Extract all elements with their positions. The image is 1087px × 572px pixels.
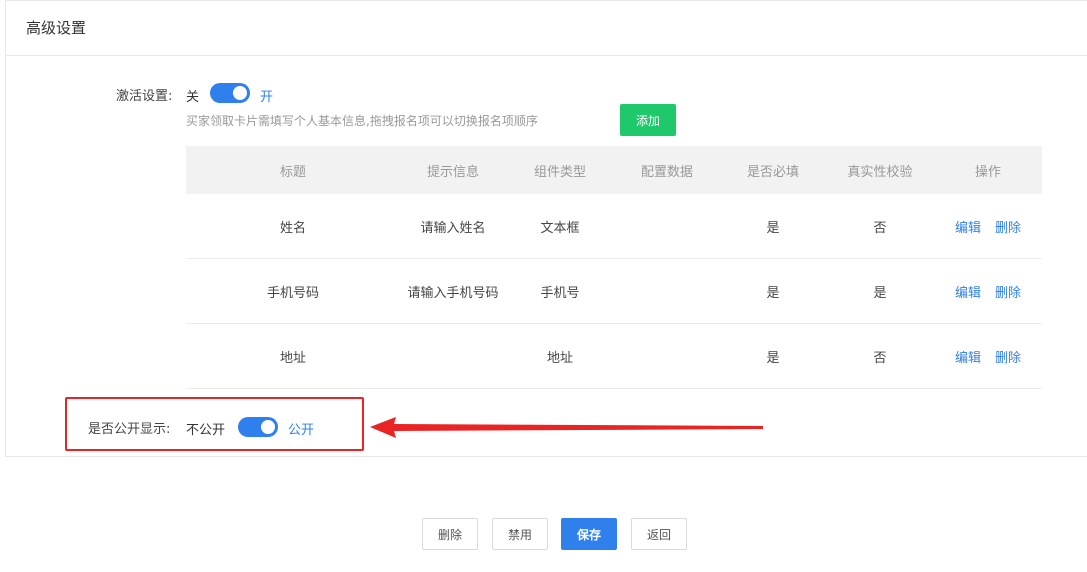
annotation-arrow-icon (370, 417, 763, 438)
cell-required: 是 (720, 194, 826, 259)
cell-type: 地址 (506, 323, 614, 389)
edit-link[interactable]: 编辑 (955, 221, 981, 236)
edit-link[interactable]: 编辑 (955, 351, 981, 366)
cell-required: 是 (720, 323, 826, 389)
activation-off-label: 关 (186, 90, 200, 105)
cell-actions: 编辑 删除 (934, 258, 1042, 324)
cell-actions: 编辑 删除 (934, 194, 1042, 259)
toggle-knob (233, 86, 247, 100)
column-header-verify: 真实性校验 (826, 146, 934, 194)
activation-label: 激活设置: (116, 89, 173, 104)
cell-title: 地址 (186, 323, 400, 389)
cell-hint (400, 323, 506, 389)
cell-config (614, 258, 720, 324)
save-button[interactable]: 保存 (561, 518, 617, 550)
table-row[interactable]: 姓名 请输入姓名 文本框 是 否 编辑 删除 (186, 194, 1042, 259)
section-title: 高级设置 (6, 1, 1087, 56)
add-button[interactable]: 添加 (620, 104, 676, 136)
delete-link[interactable]: 删除 (995, 351, 1021, 366)
activation-hint: 买家领取卡片需填写个人基本信息,拖拽报名项可以切换报名项顺序 (186, 114, 538, 128)
back-button[interactable]: 返回 (631, 518, 687, 550)
cell-type: 文本框 (506, 194, 614, 259)
disable-button[interactable]: 禁用 (492, 518, 548, 550)
cell-type: 手机号 (506, 258, 614, 324)
cell-config (614, 194, 720, 259)
cell-hint: 请输入姓名 (400, 194, 506, 259)
cell-title: 姓名 (186, 194, 400, 259)
cell-verify: 是 (826, 258, 934, 324)
delete-button[interactable]: 删除 (422, 518, 478, 550)
column-header-required: 是否必填 (720, 146, 826, 194)
table-row[interactable]: 手机号码 请输入手机号码 手机号 是 是 编辑 删除 (186, 258, 1042, 324)
cell-config (614, 323, 720, 389)
delete-link[interactable]: 删除 (995, 286, 1021, 301)
activation-toggle[interactable] (210, 83, 250, 103)
delete-link[interactable]: 删除 (995, 221, 1021, 236)
cell-actions: 编辑 删除 (934, 323, 1042, 389)
cell-hint: 请输入手机号码 (400, 258, 506, 324)
cell-verify: 否 (826, 194, 934, 259)
column-header-actions: 操作 (934, 146, 1042, 194)
edit-link[interactable]: 编辑 (955, 286, 981, 301)
cell-verify: 否 (826, 323, 934, 389)
column-header-title: 标题 (186, 146, 400, 194)
activation-on-label: 开 (260, 90, 274, 105)
cell-required: 是 (720, 258, 826, 324)
column-header-hint: 提示信息 (400, 146, 506, 194)
annotation-highlight-box (65, 397, 364, 451)
table-row[interactable]: 地址 地址 是 否 编辑 删除 (186, 323, 1042, 389)
column-header-config: 配置数据 (614, 146, 720, 194)
registration-fields-table: 标题 提示信息 组件类型 配置数据 是否必填 真实性校验 操作 姓名 请输入姓名… (186, 146, 1042, 389)
column-header-type: 组件类型 (506, 146, 614, 194)
table-header-row: 标题 提示信息 组件类型 配置数据 是否必填 真实性校验 操作 (186, 146, 1042, 194)
cell-title: 手机号码 (186, 258, 400, 324)
